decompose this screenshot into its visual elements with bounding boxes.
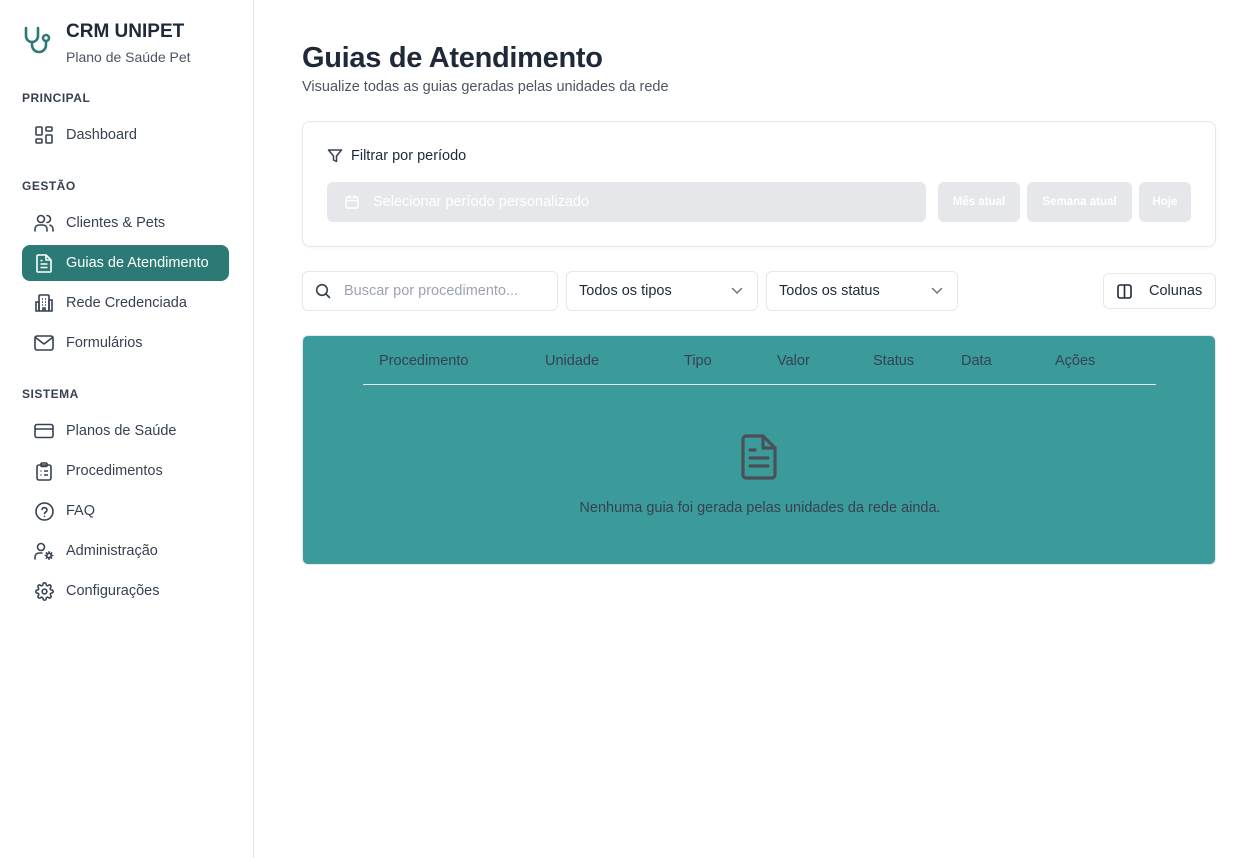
columns-icon (1117, 283, 1132, 299)
users-icon (34, 213, 54, 233)
sidebar-item-clientes-pets[interactable]: Clientes & Pets (22, 205, 229, 241)
type-select-value: Todos os tipos (579, 283, 672, 299)
sidebar-item-dashboard[interactable]: Dashboard (22, 117, 229, 153)
section-label-sistema: SISTEMA (22, 387, 79, 401)
page-title: Guias de Atendimento (302, 42, 603, 74)
sidebar-item-formularios[interactable]: Formulários (22, 325, 229, 361)
sidebar-item-label: Formulários (66, 335, 143, 351)
period-picker[interactable]: Selecionar período personalizado (327, 182, 926, 222)
page-subtitle: Visualize todas as guias geradas pelas u… (302, 79, 669, 95)
status-select-value: Todos os status (779, 283, 880, 299)
user-cog-icon (34, 541, 54, 561)
gear-icon (34, 581, 54, 601)
columns-button[interactable]: Colunas (1103, 273, 1216, 309)
sidebar-item-label: Dashboard (66, 127, 137, 143)
search-input[interactable] (344, 283, 544, 299)
credit-card-icon (34, 421, 54, 441)
empty-file-icon (741, 434, 777, 480)
brand-subtitle: Plano de Saúde Pet (66, 49, 191, 65)
stethoscope-icon (24, 26, 51, 54)
column-header-data[interactable]: Data (961, 353, 992, 369)
search-box (302, 271, 558, 311)
search-icon (315, 283, 331, 299)
sidebar: CRM UNIPET Plano de Saúde Pet PRINCIPAL … (0, 0, 254, 858)
chevron-down-icon (931, 287, 943, 295)
period-picker-placeholder: Selecionar período personalizado (373, 194, 590, 210)
status-select[interactable]: Todos os status (766, 271, 958, 311)
section-label-principal: PRINCIPAL (22, 91, 91, 105)
sidebar-item-label: Guias de Atendimento (66, 255, 209, 271)
sidebar-item-rede-credenciada[interactable]: Rede Credenciada (22, 285, 229, 321)
calendar-icon (345, 195, 359, 209)
sidebar-item-label: Planos de Saúde (66, 423, 177, 439)
empty-state-message: Nenhuma guia foi gerada pelas unidades d… (579, 500, 941, 516)
sidebar-item-planos-de-saude[interactable]: Planos de Saúde (22, 413, 229, 449)
mail-icon (34, 333, 54, 353)
dashboard-icon (34, 125, 54, 145)
current-week-button[interactable]: Semana atual (1027, 182, 1132, 222)
main-content: Guias de Atendimento Visualize todas as … (254, 0, 1255, 858)
guides-table: Procedimento Unidade Tipo Valor Status D… (302, 335, 1216, 565)
header-divider (363, 384, 1156, 385)
column-header-unidade[interactable]: Unidade (545, 353, 599, 369)
columns-button-label: Colunas (1149, 283, 1203, 299)
sidebar-item-procedimentos[interactable]: Procedimentos (22, 453, 229, 489)
chevron-down-icon (731, 287, 743, 295)
column-header-valor[interactable]: Valor (777, 353, 810, 369)
help-circle-icon (34, 501, 54, 521)
section-label-gestao: GESTÃO (22, 179, 76, 193)
filter-icon (327, 149, 343, 163)
clipboard-icon (34, 461, 54, 481)
type-select[interactable]: Todos os tipos (566, 271, 758, 311)
today-button[interactable]: Hoje (1139, 182, 1191, 222)
column-header-acoes[interactable]: Ações (1055, 353, 1095, 369)
filter-heading: Filtrar por período (327, 148, 466, 164)
column-header-status[interactable]: Status (873, 353, 914, 369)
brand: CRM UNIPET Plano de Saúde Pet (22, 20, 191, 66)
sidebar-item-label: FAQ (66, 503, 96, 519)
sidebar-item-label: Procedimentos (66, 463, 163, 479)
brand-title: CRM UNIPET (66, 21, 185, 42)
sidebar-item-label: Administração (66, 543, 158, 559)
sidebar-item-guias-de-atendimento[interactable]: Guias de Atendimento (22, 245, 229, 281)
column-header-procedimento[interactable]: Procedimento (379, 353, 468, 369)
filter-heading-text: Filtrar por período (351, 148, 467, 164)
period-filter-card: Filtrar por período Selecionar período p… (302, 121, 1216, 247)
file-text-icon (34, 253, 54, 273)
column-header-tipo[interactable]: Tipo (684, 353, 712, 369)
sidebar-item-configuracoes[interactable]: Configurações (22, 573, 229, 609)
sidebar-item-faq[interactable]: FAQ (22, 493, 229, 529)
current-month-button[interactable]: Mês atual (938, 182, 1020, 222)
sidebar-item-label: Clientes & Pets (66, 215, 166, 231)
sidebar-item-label: Configurações (66, 583, 160, 599)
sidebar-item-administracao[interactable]: Administração (22, 533, 229, 569)
building-icon (34, 293, 54, 313)
sidebar-item-label: Rede Credenciada (66, 295, 187, 311)
